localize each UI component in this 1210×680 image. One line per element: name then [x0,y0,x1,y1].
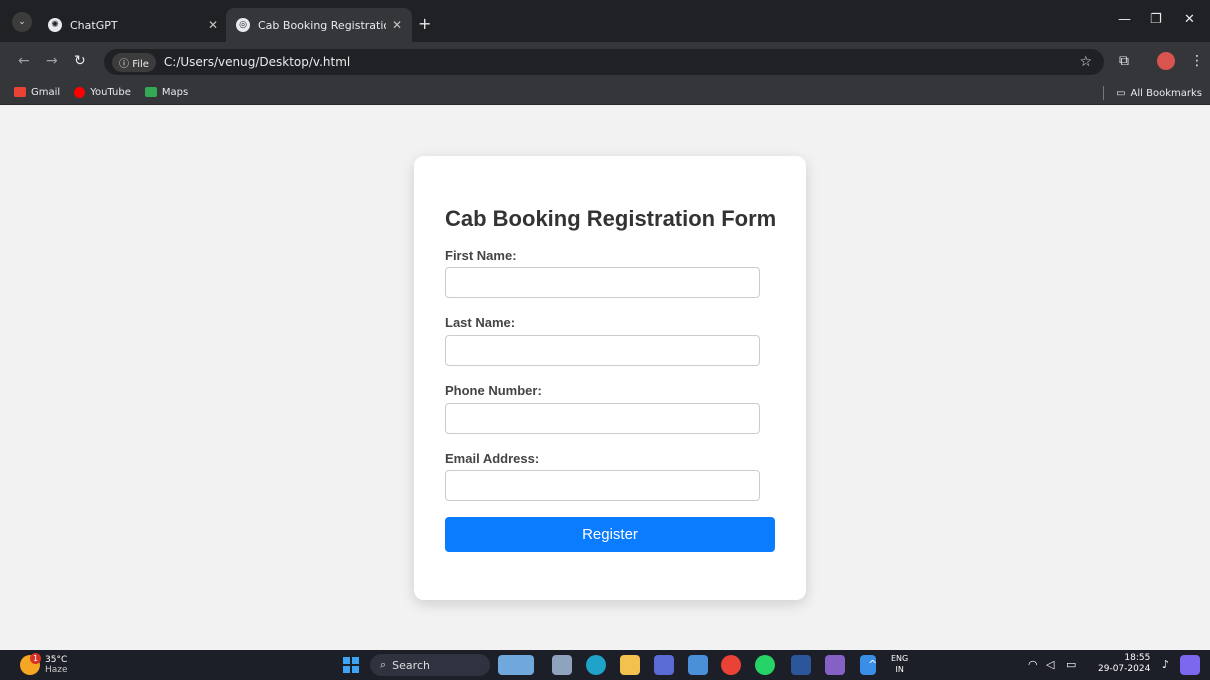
edge-icon[interactable] [586,655,606,675]
whatsapp-icon[interactable] [755,655,775,675]
reload-icon[interactable]: ↻ [74,53,86,69]
chatgpt-icon: ✺ [48,18,62,32]
bookmark-youtube[interactable]: YouTube [74,86,131,98]
new-tab-icon[interactable]: + [418,14,431,33]
search-icon: ⌕ [380,658,387,671]
last-name-input[interactable] [445,335,760,366]
registration-card: Cab Booking Registration Form First Name… [414,156,806,600]
chrome-icon[interactable] [721,655,741,675]
tab-title: Cab Booking Registration Form [258,18,386,32]
lang-bottom: IN [895,665,904,674]
word-icon[interactable] [791,655,811,675]
search-label: Search [392,658,430,672]
phone-number-input[interactable] [445,403,760,434]
bookmark-label: Gmail [31,86,61,98]
weather-widget[interactable]: 1 35°C Haze [20,653,68,675]
gmail-icon [14,87,26,97]
divider [1103,86,1105,100]
maps-icon [144,87,157,97]
back-icon[interactable]: ← [18,53,30,69]
notification-bell-icon[interactable]: ♪ [1162,658,1169,671]
clock[interactable]: 18:55 29-07-2024 [1098,653,1150,675]
weather-temp: 35°C [45,655,68,665]
tab-cab-booking[interactable]: ◎ Cab Booking Registration Form ✕ [226,8,412,42]
phone-number-label: Phone Number: [445,383,542,398]
close-tab-icon[interactable]: ✕ [392,18,402,32]
windows-taskbar: 1 35°C Haze ⌕ Search ^ ENG IN ◠ ◁ ▭ 18:5… [0,650,1210,680]
teams-icon[interactable] [654,655,674,675]
browser-tab-bar: ⌄ ✺ ChatGPT ✕ ◎ Cab Booking Registration… [0,0,1210,42]
tray-overflow-chevron-icon[interactable]: ^ [868,658,877,671]
bookmark-star-icon[interactable]: ☆ [1079,54,1092,70]
windows-start-icon[interactable] [343,657,359,673]
time: 18:55 [1124,653,1151,663]
file-explorer-icon[interactable] [620,655,640,675]
weather-sun-icon: 1 [20,653,41,675]
youtube-icon [74,86,86,98]
all-bookmarks-label: All Bookmarks [1130,87,1202,99]
first-name-label: First Name: [445,248,517,263]
globe-icon: ◎ [236,18,250,32]
copilot-icon[interactable] [1180,655,1200,675]
bookmark-maps[interactable]: Maps [144,86,189,98]
browser-toolbar: ← → ↻ ⓘ File C:/Users/venug/Desktop/v.ht… [0,42,1210,80]
tab-title: ChatGPT [70,18,118,32]
store-icon[interactable] [688,655,708,675]
url-text: C:/Users/venug/Desktop/v.html [163,55,351,69]
language-indicator[interactable]: ENG IN [891,653,908,675]
form-title: Cab Booking Registration Form [445,206,777,231]
widgets-app-icon[interactable] [498,655,534,675]
bookmark-gmail[interactable]: Gmail [14,87,60,98]
battery-icon[interactable]: ▭ [1066,658,1076,671]
menu-kebab-icon[interactable]: ⋮ [1190,53,1204,69]
last-name-label: Last Name: [445,315,516,330]
minimize-icon[interactable]: — [1118,12,1131,27]
folder-icon: ▭ [1116,87,1126,99]
volume-icon[interactable]: ◁ [1046,658,1054,671]
task-view-icon[interactable] [552,655,572,675]
lang-top: ENG [891,654,909,663]
restore-icon[interactable]: ❐ [1150,12,1162,27]
taskbar-search[interactable]: ⌕ Search [370,654,490,676]
bookmark-label: YouTube [90,86,131,98]
tab-search-chevron-icon[interactable]: ⌄ [12,12,32,32]
wifi-icon[interactable]: ◠ [1028,658,1038,671]
first-name-input[interactable] [445,267,760,298]
site-info-chip[interactable]: ⓘ File [112,52,156,72]
profile-avatar[interactable] [1157,52,1175,70]
email-address-input[interactable] [445,470,760,501]
register-button[interactable]: Register [445,517,775,552]
file-chip-label: File [132,58,149,70]
bookmark-label: Maps [161,86,189,98]
close-tab-icon[interactable]: ✕ [208,18,218,32]
visual-studio-icon[interactable] [825,655,845,675]
forward-icon[interactable]: → [46,53,58,69]
tab-chatgpt[interactable]: ✺ ChatGPT ✕ [38,8,228,42]
close-window-icon[interactable]: ✕ [1184,12,1195,27]
address-bar[interactable]: ⓘ File C:/Users/venug/Desktop/v.html ☆ [104,49,1104,75]
extensions-icon[interactable]: ⧉ [1119,53,1129,69]
weather-badge: 1 [30,653,41,664]
date: 29-07-2024 [1098,664,1151,674]
email-address-label: Email Address: [445,451,540,466]
weather-desc: Haze [45,665,68,675]
bookmarks-bar: Gmail YouTube Maps ▭ All Bookmarks [0,80,1210,105]
all-bookmarks[interactable]: ▭ All Bookmarks [1103,86,1202,100]
